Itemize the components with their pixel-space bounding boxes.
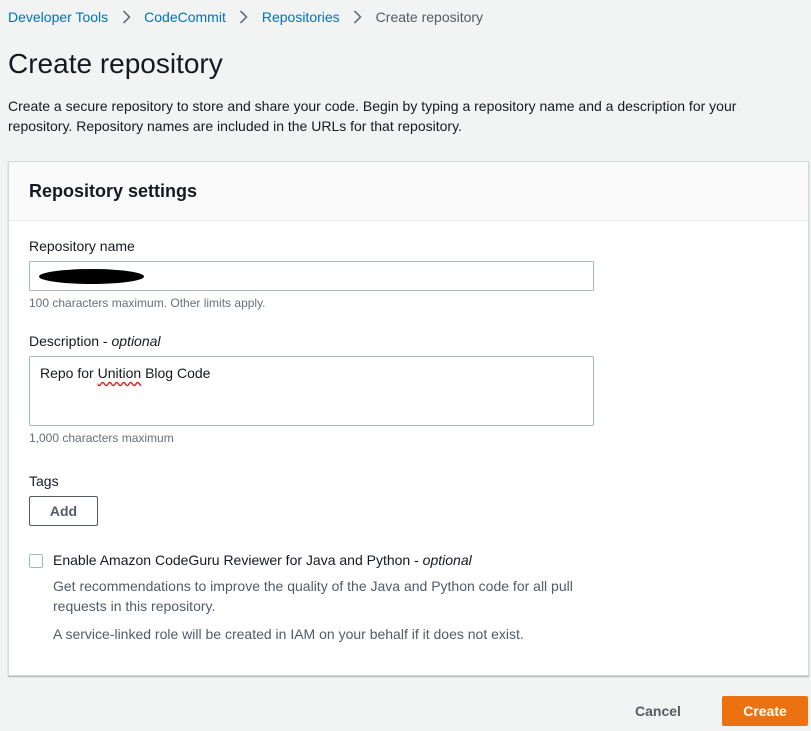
codeguru-description: Get recommendations to improve the quali…: [53, 578, 573, 614]
optional-tag: optional: [111, 333, 161, 349]
add-tag-button[interactable]: Add: [29, 496, 98, 526]
description-label-text: Description: [29, 333, 100, 349]
repository-name-hint: 100 characters maximum. Other limits app…: [29, 296, 266, 310]
codeguru-checkbox[interactable]: [29, 554, 43, 568]
codeguru-label-text: Enable Amazon CodeGuru Reviewer for Java…: [53, 552, 411, 568]
breadcrumb-repositories[interactable]: Repositories: [262, 9, 340, 25]
repository-name-label: Repository name: [29, 238, 135, 254]
description-text-prefix: Repo for: [40, 365, 98, 381]
repository-settings-panel: Repository settings Repository name 100 …: [8, 161, 809, 676]
page-description: Create a secure repository to store and …: [8, 98, 737, 134]
tags-label: Tags: [29, 473, 59, 489]
panel-title: Repository settings: [29, 180, 198, 201]
description-hint: 1,000 characters maximum: [29, 431, 174, 445]
breadcrumb-developer-tools[interactable]: Developer Tools: [8, 9, 108, 25]
description-text-suffix: Blog Code: [141, 365, 211, 381]
breadcrumb: Developer Tools CodeCommit Repositories …: [8, 7, 483, 27]
breadcrumb-codecommit[interactable]: CodeCommit: [144, 9, 226, 25]
codeguru-label[interactable]: Enable Amazon CodeGuru Reviewer for Java…: [53, 552, 472, 568]
create-button[interactable]: Create: [722, 696, 808, 726]
panel-header: Repository settings: [9, 162, 808, 221]
redaction-mark: [39, 269, 144, 284]
chevron-right-icon: [226, 7, 262, 27]
page-title: Create repository: [8, 48, 223, 79]
chevron-right-icon: [340, 7, 376, 27]
codeguru-note: A service-linked role will be created in…: [53, 626, 524, 642]
misspelled-word: Unition: [97, 365, 142, 381]
chevron-right-icon: [108, 7, 144, 27]
breadcrumb-current: Create repository: [375, 9, 484, 25]
cancel-button[interactable]: Cancel: [614, 696, 702, 726]
description-textarea[interactable]: Repo for Unition Blog Code: [29, 356, 594, 426]
description-label: Description - optional: [29, 333, 161, 349]
optional-tag: optional: [422, 552, 472, 568]
